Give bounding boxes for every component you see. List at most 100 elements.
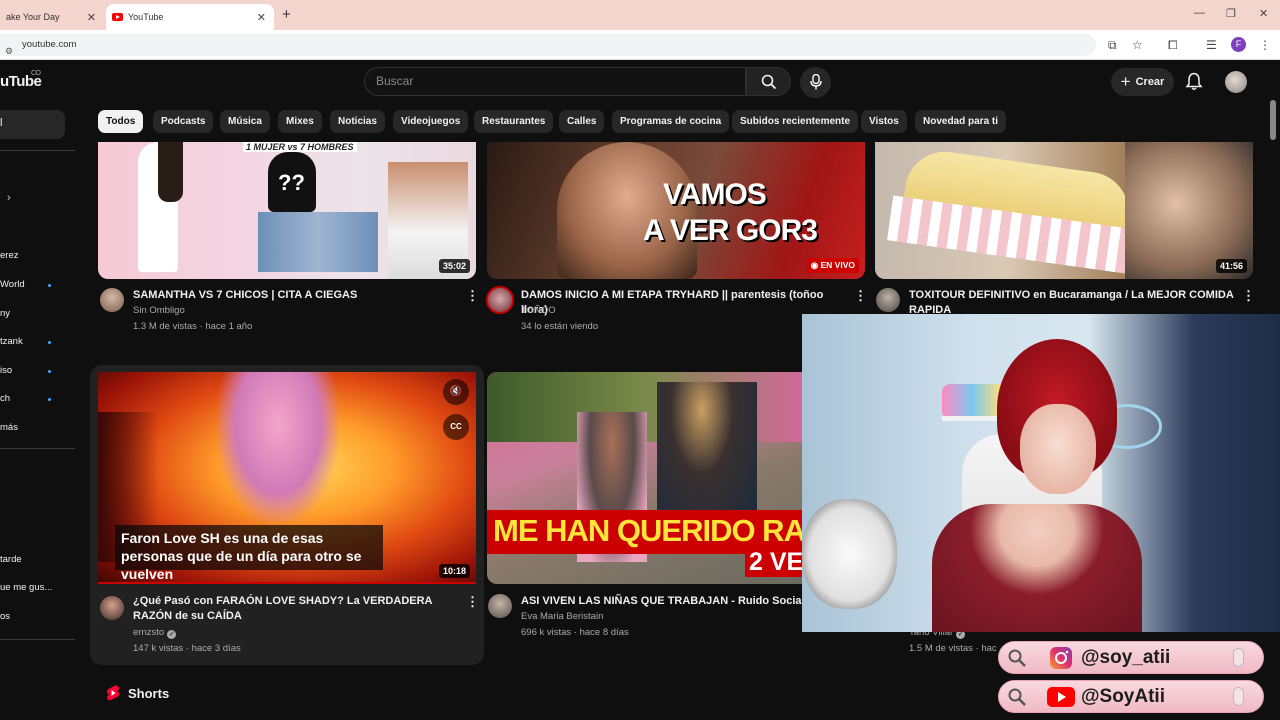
channel-avatar[interactable]: [100, 288, 124, 312]
chip-programas-de-cocina[interactable]: Programas de cocina: [612, 110, 730, 133]
sidebar-item-subscription[interactable]: ny: [0, 308, 10, 319]
close-tab-icon[interactable]: ✕: [257, 11, 266, 24]
webcam-plush: [802, 499, 897, 609]
live-badge: ◉ EN VIVO: [806, 258, 859, 273]
chip-todos[interactable]: Todos: [98, 110, 144, 133]
new-content-dot: [48, 284, 51, 287]
thumbnail-figure: [258, 212, 378, 272]
question-marks: ??: [278, 170, 305, 195]
video-meta: 1.3 M de vistas · hace 1 año: [133, 321, 253, 332]
chip-restaurantes[interactable]: Restaurantes: [474, 110, 554, 133]
chip-subidos-recientemente[interactable]: Subidos recientemente: [732, 110, 859, 133]
youtube-badge: @SoyAtii: [998, 680, 1264, 713]
chip-noticias[interactable]: Noticias: [330, 110, 385, 133]
sidebar-divider: [0, 448, 75, 449]
video-meta: 1.5 M de vistas · hac: [909, 643, 997, 654]
verified-icon: ✓: [167, 630, 177, 639]
chevron-right-icon[interactable]: ›: [7, 192, 11, 204]
create-button[interactable]: + Crear: [1111, 68, 1174, 96]
sidebar-item-subscription[interactable]: ch: [0, 393, 10, 404]
channel-name[interactable]: TOÑOO: [521, 303, 556, 319]
site-info-icon[interactable]: ⚙: [5, 40, 13, 62]
youtube-icon: [1047, 687, 1075, 707]
sidebar-item-watch-later[interactable]: tarde: [0, 554, 22, 565]
microphone-icon: [1233, 687, 1244, 706]
restore-icon[interactable]: ❐: [1226, 7, 1236, 20]
sidebar-item-subscription[interactable]: erez: [0, 250, 18, 261]
chip-musica[interactable]: Música: [220, 110, 270, 133]
tab-title: ake Your Day: [6, 12, 60, 22]
microphone-icon: [810, 74, 822, 90]
channel-avatar[interactable]: [488, 594, 512, 618]
video-thumbnail[interactable]: 41:56: [875, 142, 1253, 279]
youtube-header: uTube CO Buscar + Crear: [0, 60, 1280, 104]
notifications-bell-icon[interactable]: [1185, 72, 1203, 91]
chip-calles[interactable]: Calles: [559, 110, 605, 133]
browser-profile-avatar[interactable]: F: [1231, 37, 1246, 52]
sidebar-item-liked-videos[interactable]: ue me gus...: [0, 582, 52, 593]
address-bar-row: ⚙ youtube.com ⧉ ☆ ⧠ ☰ F ⋮: [0, 30, 1280, 60]
video-meta: 147 k vistas · hace 3 días: [133, 643, 241, 654]
close-tab-icon[interactable]: ✕: [87, 11, 96, 24]
channel-name[interactable]: Sin Ombligo: [133, 303, 185, 319]
video-title[interactable]: ASI VIVEN LAS NIÑAS QUE TRABAJAN - Ruido…: [521, 594, 821, 609]
thumbnail-figure: [657, 382, 757, 522]
thumbnail-text: 1 MUJER vs 7 HOMBRES: [243, 142, 357, 152]
video-thumbnail[interactable]: ?? 1 MUJER vs 7 HOMBRES 35:02: [98, 142, 476, 279]
sidebar-item-show-more[interactable]: más: [0, 422, 18, 433]
video-title[interactable]: ¿Qué Pasó con FARAÓN LOVE SHADY? La VERD…: [133, 594, 458, 624]
sidebar-item-active[interactable]: [0, 110, 65, 139]
new-content-dot: [48, 398, 51, 401]
webcam-person-body: [932, 504, 1142, 632]
sidebar-item-subscription[interactable]: iso: [0, 365, 12, 376]
channel-avatar[interactable]: [876, 288, 900, 312]
channel-name[interactable]: Eva Maria Beristain: [521, 609, 603, 625]
more-options-icon[interactable]: ⋮: [854, 288, 867, 304]
channel-avatar-live[interactable]: [486, 286, 514, 314]
bookmark-star-icon[interactable]: ☆: [1132, 38, 1143, 52]
closed-captions-icon[interactable]: CC: [443, 414, 469, 440]
video-thumbnail[interactable]: VAMOS A VER GOR3 ◉ EN VIVO: [487, 142, 865, 279]
voice-search-button[interactable]: [800, 67, 831, 98]
browser-tab[interactable]: ake Your Day ✕: [0, 4, 104, 30]
account-avatar[interactable]: [1225, 71, 1247, 93]
channel-avatar[interactable]: [100, 596, 124, 620]
youtube-handle: @SoyAtii: [1081, 686, 1165, 707]
page-scrollbar[interactable]: [1270, 100, 1276, 140]
more-options-icon[interactable]: ⋮: [466, 594, 479, 610]
duration-badge: 41:56: [1215, 259, 1247, 273]
install-app-icon[interactable]: ⧉: [1108, 38, 1117, 53]
video-thumbnail[interactable]: ME HAN QUERIDO RAPT*R 2 VE: [487, 372, 803, 584]
sidebar-item-your-videos[interactable]: os: [0, 611, 10, 622]
chip-vistos[interactable]: Vistos: [861, 110, 907, 133]
browser-menu-icon[interactable]: ⋮: [1259, 38, 1271, 52]
webcam-overlay: [802, 314, 1280, 632]
search-icon: [1008, 649, 1026, 667]
mute-icon[interactable]: 🔇: [443, 379, 469, 405]
channel-name[interactable]: ernzsto ✓: [133, 625, 177, 641]
extensions-icon[interactable]: ⧠: [1168, 38, 1178, 53]
shorts-section-header: Shorts: [106, 685, 169, 701]
chip-novedad-para-ti[interactable]: Novedad para ti: [915, 110, 1007, 133]
more-options-icon[interactable]: ⋮: [1242, 288, 1255, 304]
sidebar-item-subscription[interactable]: tzank: [0, 336, 23, 347]
more-options-icon[interactable]: ⋮: [466, 288, 479, 304]
new-tab-icon[interactable]: +: [282, 6, 291, 23]
browser-tab-active[interactable]: YouTube ✕: [106, 4, 274, 30]
search-button[interactable]: [746, 67, 791, 96]
thumbnail-text: A VER GOR3: [643, 214, 818, 247]
minimize-icon[interactable]: —: [1194, 7, 1205, 19]
search-input[interactable]: Buscar: [364, 67, 746, 96]
chip-videojuegos[interactable]: Videojuegos: [393, 110, 469, 133]
chip-podcasts[interactable]: Podcasts: [153, 110, 214, 133]
section-title: Shorts: [128, 685, 170, 701]
address-field[interactable]: ⚙ youtube.com: [0, 34, 1096, 56]
media-controls-icon[interactable]: ☰: [1206, 38, 1217, 52]
new-content-dot: [48, 370, 51, 373]
close-window-icon[interactable]: ✕: [1259, 7, 1268, 20]
tab-title: YouTube: [128, 12, 164, 22]
chip-mixes[interactable]: Mixes: [278, 110, 322, 133]
sidebar-item-subscription[interactable]: World: [0, 279, 25, 290]
video-title[interactable]: SAMANTHA VS 7 CHICOS | CITA A CIEGAS: [133, 288, 453, 303]
youtube-logo[interactable]: uTube CO: [0, 70, 42, 90]
